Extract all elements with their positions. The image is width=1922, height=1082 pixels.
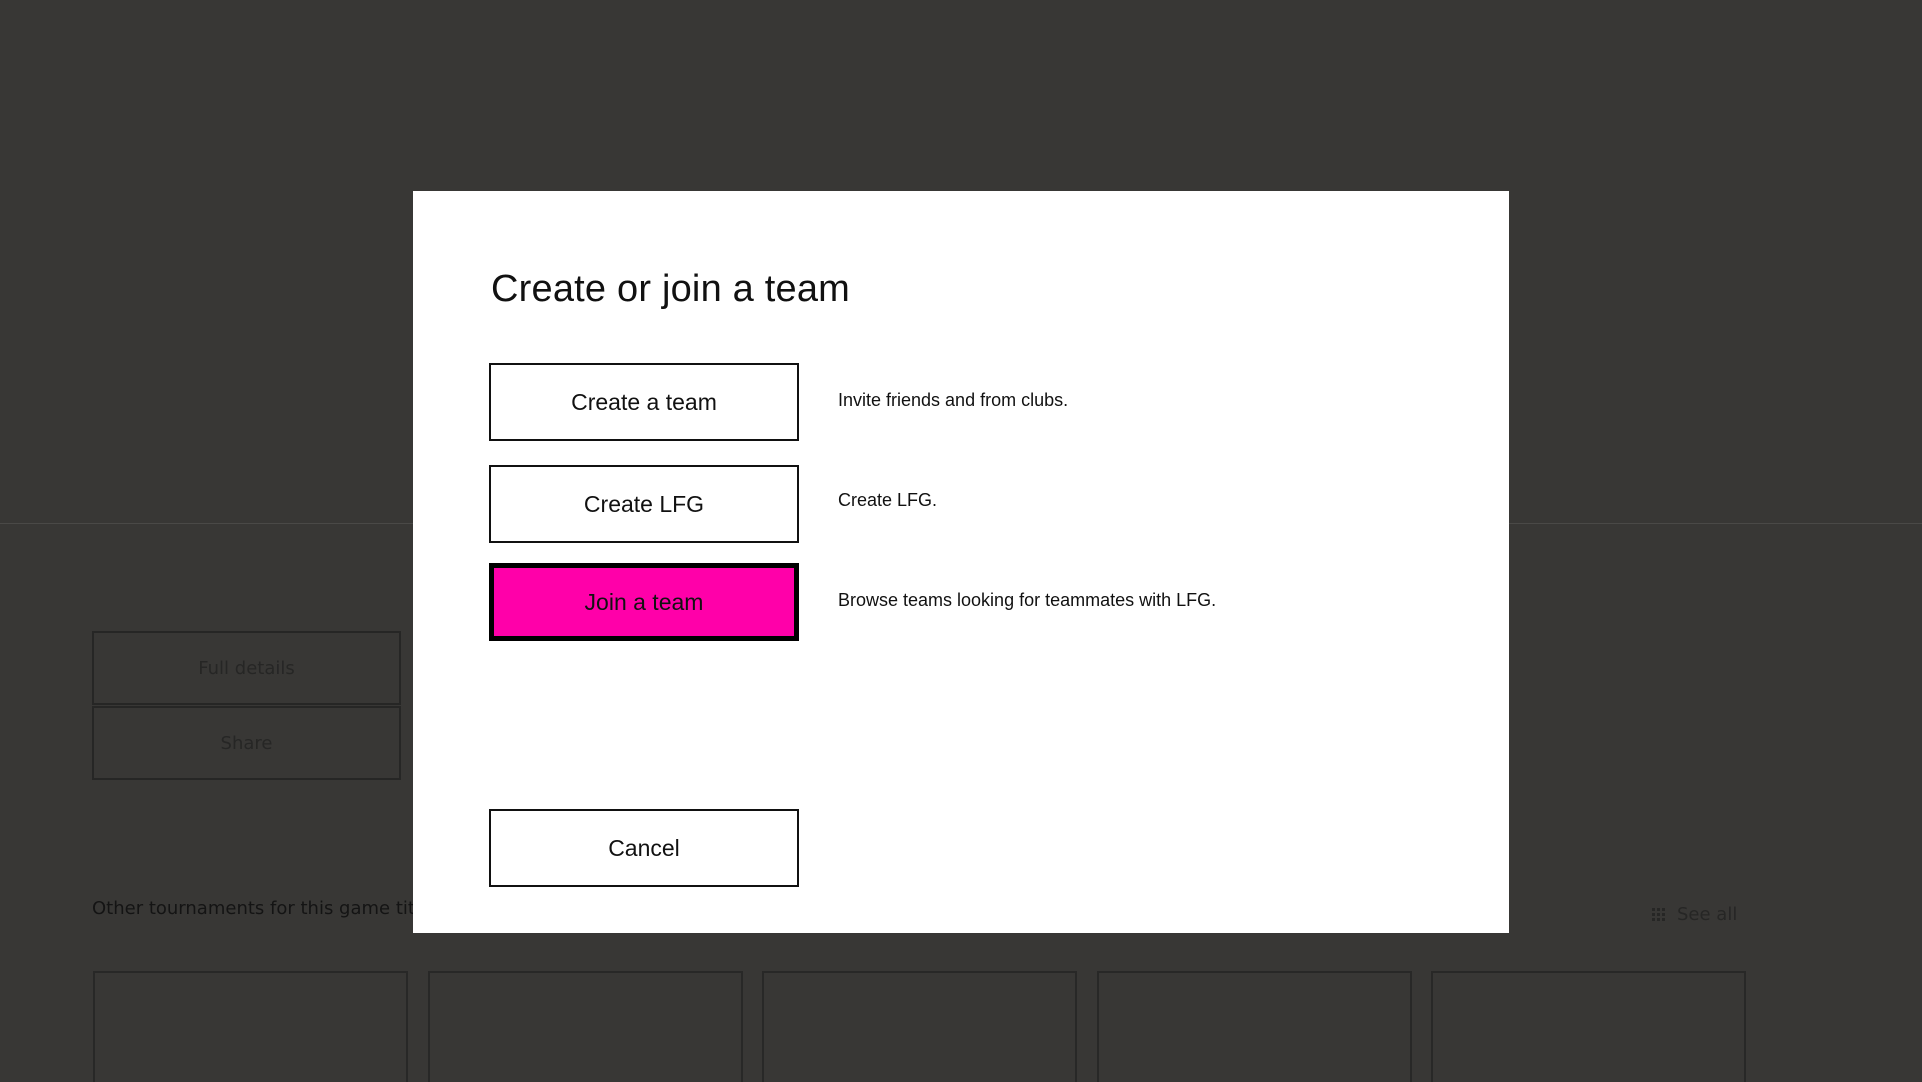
other-tournaments-title: Other tournaments for this game title bbox=[92, 898, 432, 919]
create-lfg-button[interactable]: Create LFG bbox=[489, 465, 799, 543]
see-all-label: See all bbox=[1677, 904, 1738, 925]
dialog-title: Create or join a team bbox=[491, 268, 851, 310]
create-or-join-team-dialog: Create or join a team Create a team Invi… bbox=[413, 191, 1509, 933]
full-details-button[interactable]: Full details bbox=[92, 631, 401, 705]
tournament-tile[interactable] bbox=[1431, 971, 1746, 1082]
join-team-description: Browse teams looking for teammates with … bbox=[838, 590, 1217, 610]
tournament-tile[interactable] bbox=[428, 971, 743, 1082]
join-team-button[interactable]: Join a team bbox=[489, 563, 799, 641]
create-team-description: Invite friends and from clubs. bbox=[838, 390, 1069, 410]
create-team-button[interactable]: Create a team bbox=[489, 363, 799, 441]
cancel-button[interactable]: Cancel bbox=[489, 809, 799, 887]
create-lfg-description: Create LFG. bbox=[838, 490, 938, 510]
tournament-tile[interactable] bbox=[93, 971, 408, 1082]
grid-icon bbox=[1652, 908, 1665, 921]
tournament-tile[interactable] bbox=[1097, 971, 1412, 1082]
screen: Full details Share Other tournaments for… bbox=[0, 0, 1922, 1082]
share-button[interactable]: Share bbox=[92, 706, 401, 780]
see-all-link[interactable]: See all bbox=[1652, 904, 1737, 925]
tournament-tile[interactable] bbox=[762, 971, 1077, 1082]
